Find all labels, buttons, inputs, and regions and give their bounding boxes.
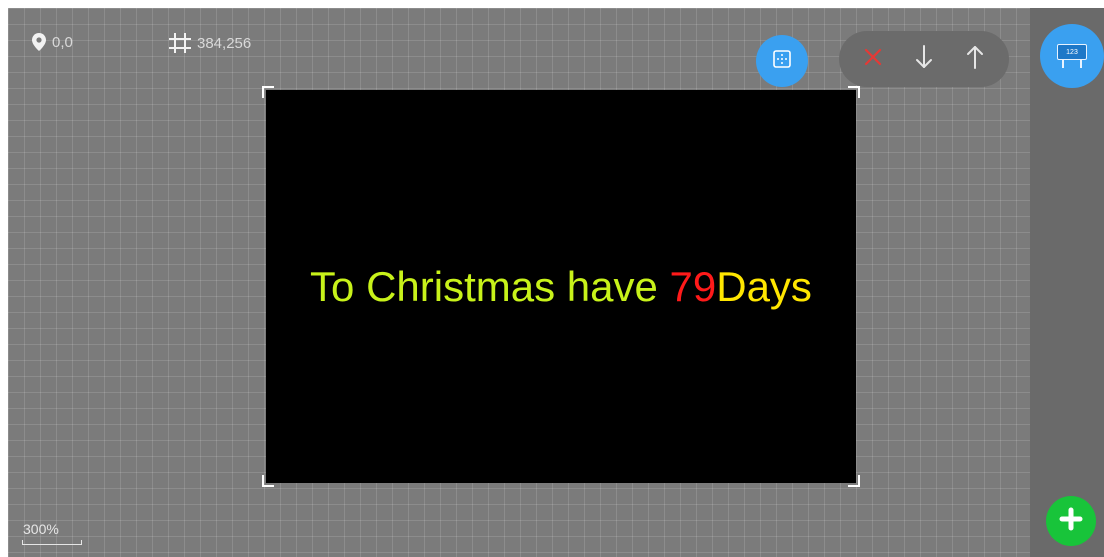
move-up-button[interactable] xyxy=(955,39,995,79)
message-prefix: To Christmas have xyxy=(310,262,670,310)
resize-handle-top-right[interactable] xyxy=(848,86,860,98)
display-canvas-frame[interactable]: To Christmas have 79Days xyxy=(262,86,860,487)
zoom-level: 300% xyxy=(23,521,59,537)
add-button[interactable] xyxy=(1046,496,1096,546)
delete-button[interactable] xyxy=(853,39,893,79)
align-button[interactable] xyxy=(756,35,808,87)
resize-handle-top-left[interactable] xyxy=(262,86,274,98)
counter-board-icon: 123 xyxy=(1057,44,1087,68)
layer-toolbar xyxy=(839,31,1009,87)
size-value: 384,256 xyxy=(197,34,252,52)
message-suffix: Days xyxy=(716,262,812,310)
days-count: 79 xyxy=(669,262,717,310)
size-readout: 384,256 xyxy=(169,33,251,53)
right-panel xyxy=(1030,8,1104,557)
plus-icon xyxy=(1059,507,1083,536)
counter-label: 123 xyxy=(1057,44,1087,60)
countdown-text[interactable]: To Christmas have 79Days xyxy=(310,263,812,311)
resize-handle-bottom-left[interactable] xyxy=(262,475,274,487)
arrow-down-icon xyxy=(915,44,933,74)
display-canvas[interactable]: To Christmas have 79Days xyxy=(266,90,856,483)
location-pin-icon xyxy=(32,33,46,51)
resize-handle-bottom-right[interactable] xyxy=(848,475,860,487)
close-icon xyxy=(864,48,882,71)
align-grid-icon xyxy=(773,49,791,73)
position-readout: 0,0 xyxy=(32,33,73,51)
position-value: 0,0 xyxy=(52,33,73,51)
counter-widget-button[interactable]: 123 xyxy=(1040,24,1104,88)
crop-icon xyxy=(169,33,191,53)
zoom-scale-bar xyxy=(22,540,82,545)
arrow-up-icon xyxy=(966,45,984,74)
move-down-button[interactable] xyxy=(904,39,944,79)
